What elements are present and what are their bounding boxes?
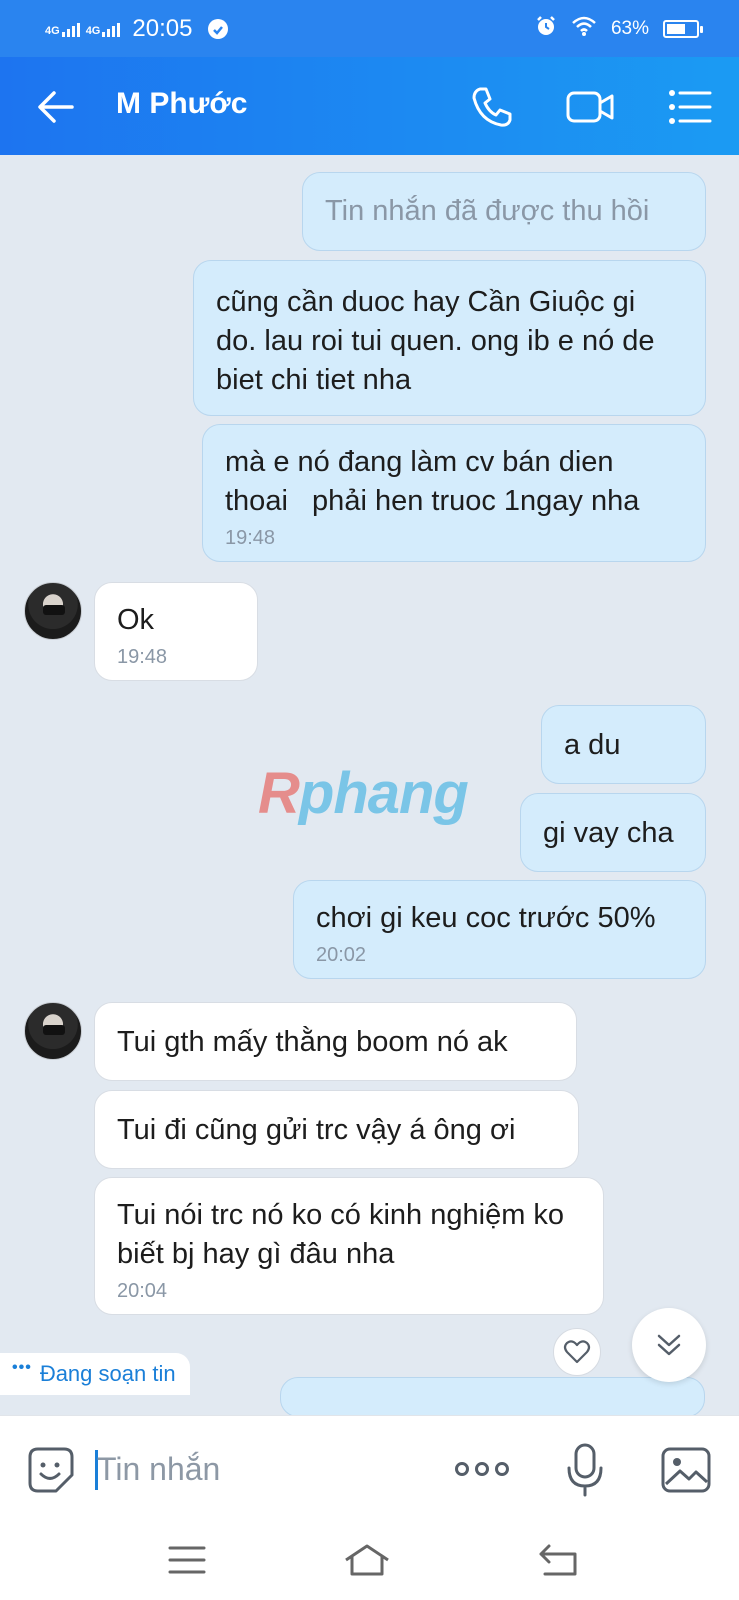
avatar[interactable]	[24, 582, 82, 640]
battery-percent: 63%	[610, 17, 649, 39]
alarm-icon	[535, 15, 557, 43]
message-text: Tui đi cũng gửi trc vậy á ông ơi	[117, 1114, 516, 1146]
typing-dots-icon: •••	[12, 1359, 32, 1376]
signal-icon-2: 4G	[86, 21, 121, 37]
double-chevron-down-icon[interactable]	[632, 1308, 706, 1382]
recent-apps-icon[interactable]	[162, 1540, 212, 1580]
message-bubble-partial[interactable]	[280, 1377, 705, 1415]
message-text: Ok	[117, 604, 155, 636]
message-text: cũng cần duoc hay Cần Giuộc gi do. lau r…	[216, 286, 663, 396]
message-bubble-recalled[interactable]: Tin nhắn đã được thu hồi	[302, 172, 706, 251]
check-circle-icon	[208, 18, 229, 39]
message-text: chơi gi keu coc trước 50%	[316, 902, 656, 934]
chat-messages[interactable]: Tin nhắn đã được thu hồi cũng cần duoc h…	[0, 155, 739, 1415]
message-bubble-sent[interactable]: chơi gi keu coc trước 50% 20:02	[293, 880, 706, 979]
more-dots-icon[interactable]	[455, 1454, 511, 1484]
message-bubble-received[interactable]: Tui nói trc nó ko có kinh nghiệm ko biết…	[94, 1177, 604, 1315]
message-text: Tin nhắn đã được thu hồi	[325, 195, 650, 227]
message-time: 19:48	[225, 527, 276, 549]
phone-icon[interactable]	[468, 83, 516, 131]
battery-icon	[663, 19, 703, 38]
status-right: 63%	[535, 15, 703, 43]
message-text: a du	[564, 729, 621, 761]
image-gallery-icon[interactable]	[660, 1446, 712, 1494]
arrow-left-icon[interactable]	[36, 87, 76, 127]
typing-text: Đang soạn tin	[39, 1361, 176, 1386]
message-text: gi vay cha	[543, 817, 674, 849]
back-nav-icon[interactable]	[535, 1540, 585, 1580]
status-bar: 4G 4G 20:05 63%	[0, 0, 739, 57]
home-icon[interactable]	[342, 1540, 392, 1580]
message-time: 20:04	[117, 1280, 168, 1302]
watermark-text: phang	[298, 761, 469, 826]
system-nav-bar	[0, 1520, 739, 1600]
wifi-icon	[571, 15, 597, 43]
watermark-letter: R	[258, 761, 300, 826]
heart-react-icon[interactable]	[553, 1328, 601, 1376]
sticker-emoji-icon[interactable]	[26, 1445, 76, 1495]
message-bubble-sent[interactable]: mà e nó đang làm cv bán dien thoai phải …	[202, 424, 706, 562]
microphone-icon[interactable]	[565, 1442, 605, 1498]
signal-icon-1: 4G	[45, 21, 80, 37]
video-camera-icon[interactable]	[566, 83, 614, 131]
message-bubble-received[interactable]: Tui gth mấy thằng boom nó ak	[94, 1002, 577, 1081]
message-input[interactable]	[97, 1446, 417, 1492]
avatar[interactable]	[24, 1002, 82, 1060]
list-menu-icon[interactable]	[666, 83, 714, 131]
typing-indicator: ••• Đang soạn tin	[0, 1353, 190, 1395]
contact-name[interactable]: M Phước	[116, 87, 247, 121]
message-time: 19:48	[117, 646, 168, 668]
network-type-1: 4G	[45, 24, 60, 37]
message-text: mà e nó đang làm cv bán dien thoai phải …	[225, 446, 640, 517]
message-text: Tui nói trc nó ko có kinh nghiệm ko biết…	[117, 1199, 573, 1270]
message-bubble-sent[interactable]: gi vay cha	[520, 793, 706, 872]
chat-header: M Phước	[0, 57, 739, 155]
message-input-bar	[0, 1415, 739, 1520]
message-time: 20:02	[316, 944, 367, 966]
status-time: 20:05	[132, 14, 193, 42]
message-bubble-sent[interactable]: a du	[541, 705, 706, 784]
network-type-2: 4G	[85, 24, 101, 37]
message-bubble-received[interactable]: Tui đi cũng gửi trc vậy á ông ơi	[94, 1090, 579, 1169]
status-left: 4G 4G 20:05	[45, 14, 229, 43]
message-bubble-sent[interactable]: cũng cần duoc hay Cần Giuộc gi do. lau r…	[193, 260, 706, 416]
watermark-logo: Rphang	[258, 760, 469, 827]
message-text: Tui gth mấy thằng boom nó ak	[117, 1026, 508, 1058]
message-bubble-received[interactable]: Ok 19:48	[94, 582, 258, 681]
